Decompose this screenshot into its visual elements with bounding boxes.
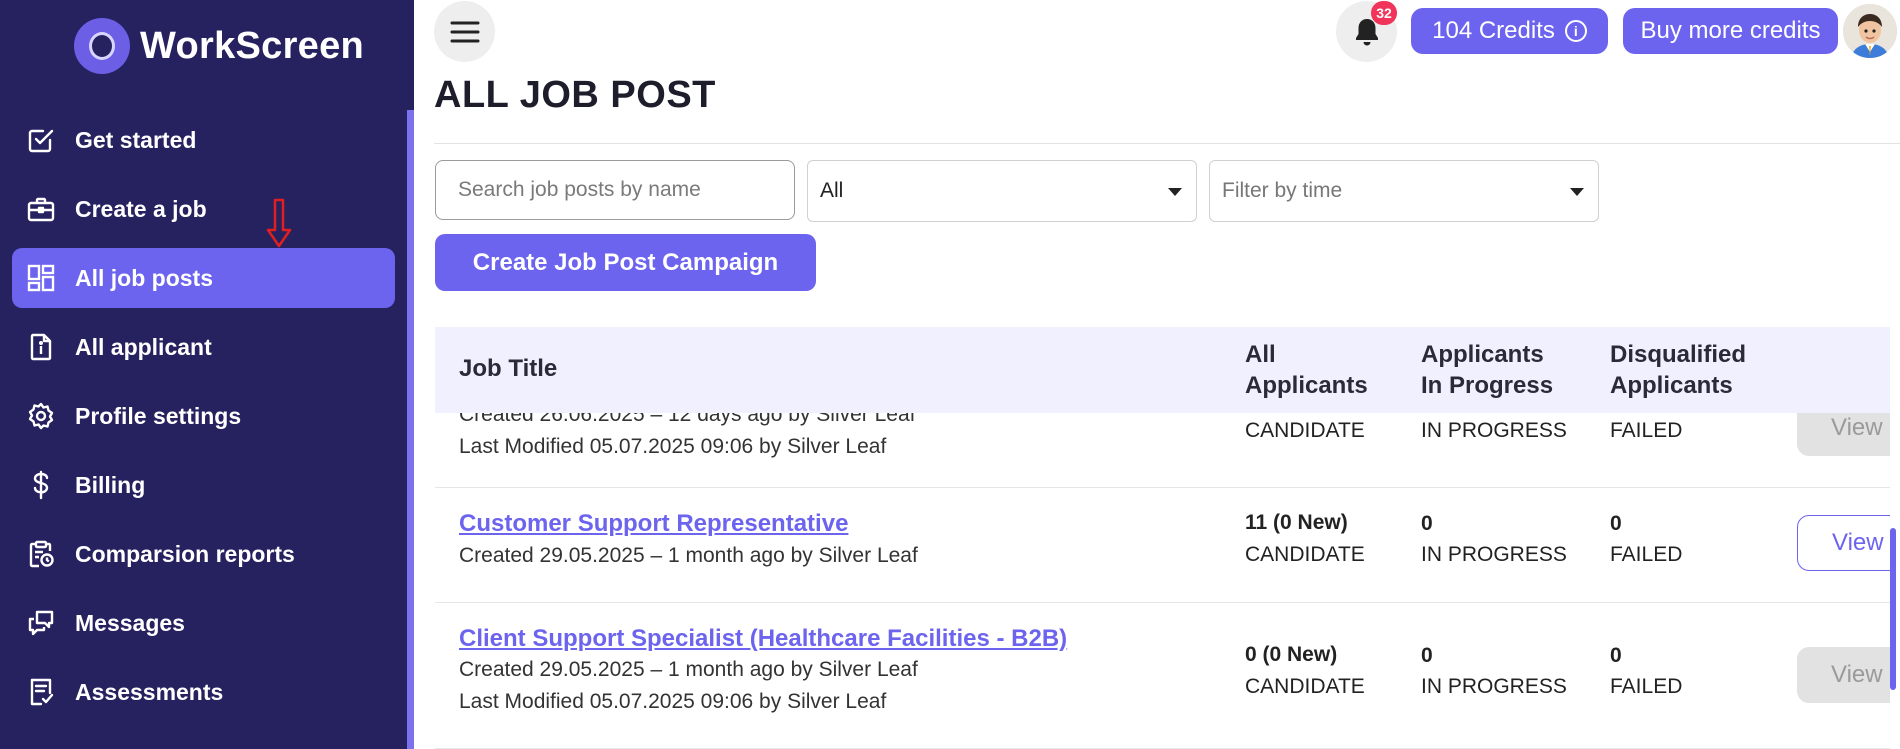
clipboard-clock-icon [24,537,58,571]
document-info-icon [24,330,58,364]
sidebar-item-label: Billing [75,471,146,498]
time-filter-placeholder: Filter by time [1222,179,1343,202]
job-title-link[interactable]: Customer Support Representative [459,510,848,538]
failed-count: 0 [1610,644,1622,667]
checkbox-icon [24,123,58,157]
avatar[interactable] [1843,4,1897,58]
sidebar-item-create-job[interactable]: Create a job [12,179,395,239]
table-row: Client Support Specialist (Healthcare Fa… [435,603,1890,749]
in-progress-label: IN PROGRESS [1421,419,1567,442]
info-icon[interactable]: i [1564,20,1587,42]
column-header-all-applicants: All Applicants [1245,341,1368,399]
column-header-in-progress: Applicants In Progress [1421,341,1554,399]
candidate-label: CANDIDATE [1245,419,1365,442]
sidebar-item-messages[interactable]: Messages [12,593,395,653]
job-title-link[interactable]: Client Support Specialist (Healthcare Fa… [459,625,1067,653]
notification-count-badge: 32 [1371,1,1397,25]
chat-icon [24,606,58,640]
in-progress-label: IN PROGRESS [1421,675,1567,698]
credits-label: 104 Credits [1432,17,1555,44]
sidebar-item-get-started[interactable]: Get started [12,110,395,170]
failed-label: FAILED [1610,419,1683,442]
table-header: Job Title All Applicants Applicants In P… [435,327,1890,413]
logo-mark-icon [74,18,130,74]
search-input[interactable] [435,160,795,220]
sidebar-item-all-applicant[interactable]: All applicant [12,317,395,377]
failed-label: FAILED [1610,675,1683,698]
sidebar-item-comparison-reports[interactable]: Comparsion reports [12,524,395,584]
sidebar-item-assessments[interactable]: Assessments [12,662,395,722]
sidebar: WorkScreen Get started Create a job All … [0,0,414,749]
dashboard-icon [24,261,58,295]
in-progress-count: 0 [1421,644,1433,667]
sidebar-scrollbar[interactable] [407,110,414,749]
view-button[interactable]: View [1797,647,1890,703]
sidebar-item-label: Create a job [75,195,207,222]
failed-count: 0 [1610,512,1622,535]
sidebar-item-all-job-posts[interactable]: All job posts [12,248,395,308]
job-posts-table: Job Title All Applicants Applicants In P… [435,327,1890,749]
sidebar-item-label: Comparsion reports [75,540,295,567]
candidate-label: CANDIDATE [1245,543,1365,566]
main-scrollbar[interactable] [1890,528,1896,690]
candidate-label: CANDIDATE [1245,675,1365,698]
user-avatar-icon [1843,4,1897,58]
logo[interactable]: WorkScreen [74,17,364,75]
sidebar-item-label: Get started [75,126,197,153]
gear-icon [24,399,58,433]
assessment-icon [24,675,58,709]
dollar-icon [24,468,58,502]
briefcase-icon [24,192,58,226]
sidebar-item-label: Profile settings [75,402,242,429]
in-progress-count: 0 [1421,512,1433,535]
logo-text: WorkScreen [140,24,365,67]
status-filter-value: All [820,179,844,202]
row-modified: Last Modified 05.07.2025 09:06 by Silver… [459,690,887,713]
view-button[interactable]: View [1797,515,1890,571]
caret-down-icon [1168,188,1182,196]
sidebar-item-profile-settings[interactable]: Profile settings [12,386,395,446]
page-title: ALL JOB POST [434,74,716,116]
applicants-count: 0 (0 New) [1245,643,1338,666]
column-header-disqualified: Disqualified Applicants [1610,341,1747,399]
annotation-arrow-icon [266,198,292,248]
sidebar-item-label: Assessments [75,678,224,705]
failed-label: FAILED [1610,543,1683,566]
time-filter-select[interactable]: Filter by time [1209,160,1599,222]
buy-credits-button[interactable]: Buy more credits [1623,8,1838,54]
divider [434,143,1900,144]
column-header-job-title: Job Title [459,355,558,382]
row-created: Created 29.05.2025 – 1 month ago by Silv… [459,544,918,567]
hamburger-icon [450,21,479,42]
credits-button[interactable]: 104 Credits i [1411,8,1608,54]
sidebar-item-label: All applicant [75,333,212,360]
in-progress-label: IN PROGRESS [1421,543,1567,566]
create-job-post-campaign-button[interactable]: Create Job Post Campaign [435,234,816,291]
sidebar-item-label: Messages [75,609,185,636]
table-row: Customer Support Representative Created … [435,488,1890,603]
status-filter-select[interactable]: All [807,160,1197,222]
sidebar-item-billing[interactable]: Billing [12,455,395,515]
row-modified: Last Modified 05.07.2025 09:06 by Silver… [459,435,887,458]
applicants-count: 11 (0 New) [1245,511,1348,534]
menu-button[interactable] [434,1,495,62]
sidebar-item-label: All job posts [75,264,213,291]
row-created: Created 29.05.2025 – 1 month ago by Silv… [459,658,918,681]
caret-down-icon [1570,188,1584,196]
